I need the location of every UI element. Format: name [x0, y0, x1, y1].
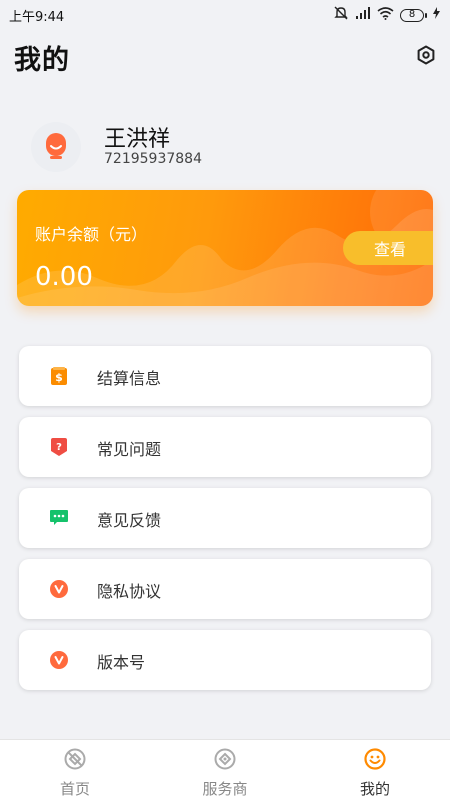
menu-item-version[interactable]: 版本号: [19, 630, 431, 690]
menu-list: $ 结算信息 ? 常见问题 意见反馈 隐私协议 版本号: [19, 346, 431, 701]
nav-label: 首页: [59, 780, 90, 798]
smiley-avatar-icon: [43, 130, 69, 164]
nav-item-provider[interactable]: 服务商: [150, 740, 300, 800]
menu-item-label: 版本号: [97, 653, 146, 672]
settlement-icon: $: [49, 366, 69, 386]
menu-item-feedback[interactable]: 意见反馈: [19, 488, 431, 548]
nav-label: 我的: [359, 780, 390, 798]
balance-value: 0.00: [35, 262, 93, 292]
settings-hexagon-icon: [416, 45, 436, 69]
wifi-icon: [377, 6, 394, 24]
bottom-nav: 首页 服务商 我的: [0, 739, 450, 800]
question-icon: ?: [49, 437, 69, 457]
provider-icon: [214, 748, 236, 774]
menu-item-label: 意见反馈: [97, 511, 162, 530]
settings-button[interactable]: [413, 44, 439, 70]
balance-label: 账户余额（元）: [35, 225, 148, 244]
menu-item-privacy[interactable]: 隐私协议: [19, 559, 431, 619]
user-name: 王洪祥: [104, 127, 171, 152]
avatar[interactable]: [31, 122, 81, 172]
menu-item-label: 结算信息: [97, 369, 162, 388]
svg-text:?: ?: [56, 442, 62, 453]
menu-item-label: 隐私协议: [97, 582, 162, 601]
view-balance-button[interactable]: 查看: [343, 231, 433, 265]
user-id: 72195937884: [104, 151, 202, 167]
nav-item-me[interactable]: 我的: [300, 740, 450, 800]
menu-item-label: 常见问题: [97, 440, 162, 459]
privacy-icon: [49, 579, 69, 599]
status-bar: 上午9:44 8: [0, 0, 450, 30]
version-icon: [49, 650, 69, 670]
nav-label: 服务商: [202, 780, 248, 798]
balance-card: 账户余额（元） 0.00 查看: [17, 190, 433, 306]
battery-icon: 8: [400, 8, 427, 22]
nav-item-home[interactable]: 首页: [0, 740, 150, 800]
page-title: 我的: [14, 45, 70, 76]
status-time: 上午9:44: [9, 9, 65, 25]
me-icon: [364, 748, 386, 774]
home-icon: [64, 748, 86, 774]
svg-text:$: $: [55, 371, 63, 384]
charging-icon: [433, 7, 440, 23]
menu-item-settlement[interactable]: $ 结算信息: [19, 346, 431, 406]
menu-item-faq[interactable]: ? 常见问题: [19, 417, 431, 477]
mute-icon: [333, 6, 349, 24]
signal-icon: [355, 7, 371, 23]
feedback-icon: [49, 508, 69, 528]
status-icons: 8: [333, 6, 440, 24]
